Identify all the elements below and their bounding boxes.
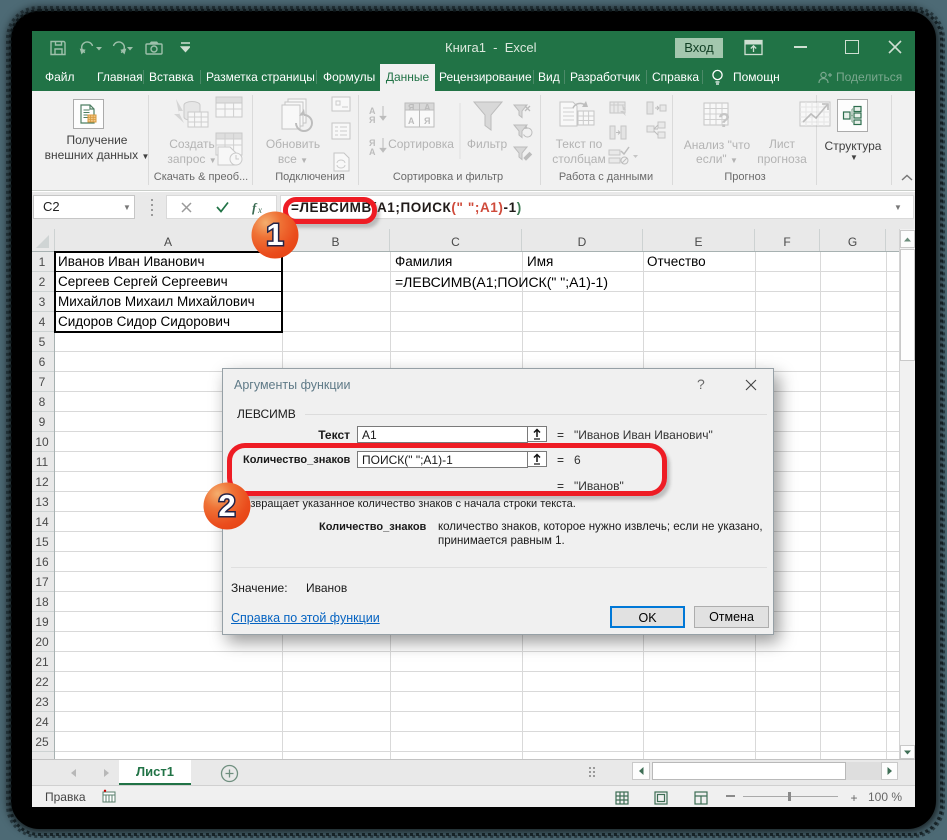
svg-text:Я: Я (424, 116, 430, 126)
svg-text:?: ? (718, 110, 730, 132)
svg-text:А: А (369, 147, 376, 157)
svg-text:1: 1 (266, 217, 283, 252)
svg-text:Я: Я (369, 115, 375, 125)
svg-text:2: 2 (218, 488, 235, 523)
svg-text:А: А (424, 103, 431, 113)
svg-text:А: А (408, 116, 415, 126)
svg-text:Я: Я (408, 103, 414, 113)
